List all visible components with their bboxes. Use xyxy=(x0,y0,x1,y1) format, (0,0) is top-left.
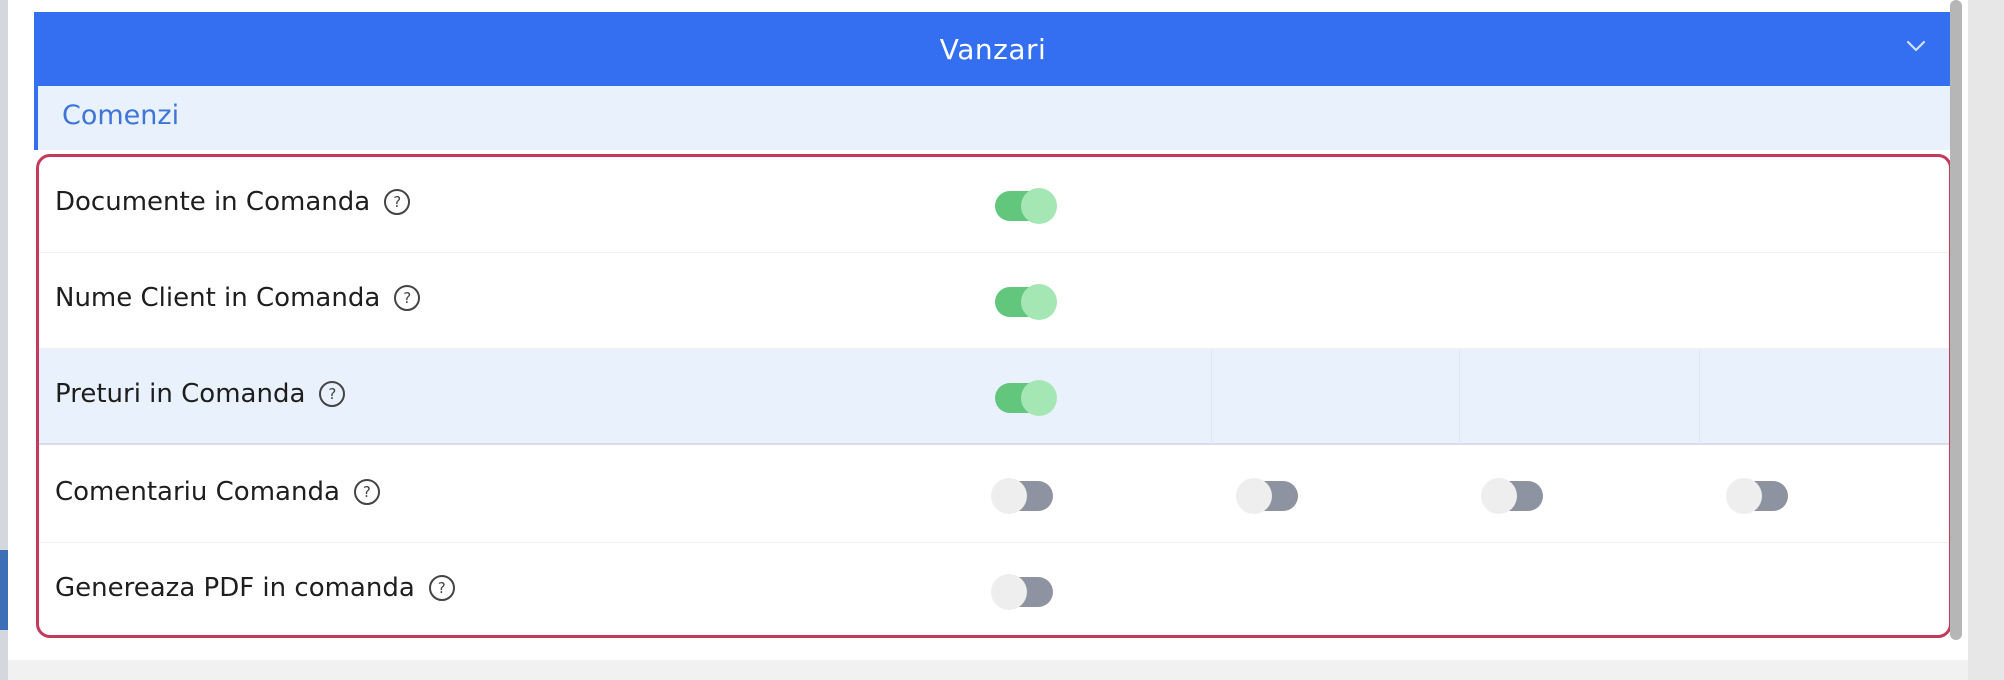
panel-bottom-edge xyxy=(8,660,1968,680)
toggle-knob xyxy=(991,478,1027,514)
toggle-knob xyxy=(1021,380,1057,416)
column-divider xyxy=(1699,349,1700,445)
left-edge-strip xyxy=(0,0,8,680)
setting-label: Nume Client in Comanda ? xyxy=(55,283,421,313)
help-icon[interactable]: ? xyxy=(394,285,421,311)
setting-row-nume-client: Nume Client in Comanda ? xyxy=(39,253,1949,349)
help-icon[interactable]: ? xyxy=(319,381,346,407)
toggle-switch[interactable] xyxy=(995,188,1057,224)
setting-label-text: Documente in Comanda xyxy=(55,187,371,217)
section-header: Comenzi xyxy=(34,86,1952,150)
toggle-knob xyxy=(1481,478,1517,514)
setting-row-comentariu: Comentariu Comanda ? xyxy=(39,447,1949,543)
toggle-switch[interactable] xyxy=(1481,478,1543,514)
toggle-switch[interactable] xyxy=(1726,478,1788,514)
column-divider xyxy=(1459,349,1460,445)
toggle-switch[interactable] xyxy=(1236,478,1298,514)
toggle-knob xyxy=(1021,188,1057,224)
toggle-knob xyxy=(1726,478,1762,514)
setting-row-preturi: Preturi in Comanda ? xyxy=(39,349,1949,445)
toggle-knob xyxy=(991,574,1027,610)
section-title: Comenzi xyxy=(62,100,180,131)
setting-row-genereaza-pdf: Genereaza PDF in comanda ? xyxy=(39,543,1949,635)
setting-label-text: Comentariu Comanda xyxy=(55,477,340,507)
setting-label-text: Nume Client in Comanda xyxy=(55,283,381,313)
setting-row-documente: Documente in Comanda ? xyxy=(39,157,1949,253)
toggle-switch[interactable] xyxy=(991,478,1053,514)
setting-label: Preturi in Comanda ? xyxy=(55,379,346,409)
help-icon[interactable]: ? xyxy=(353,479,380,505)
column-divider xyxy=(1211,349,1212,445)
toggle-switch[interactable] xyxy=(995,380,1057,416)
setting-label: Comentariu Comanda ? xyxy=(55,477,380,507)
vertical-scrollbar[interactable] xyxy=(1950,0,1962,640)
help-icon[interactable]: ? xyxy=(384,189,411,215)
panel-header[interactable]: Vanzari xyxy=(34,12,1952,86)
help-icon[interactable]: ? xyxy=(428,575,455,601)
highlighted-settings-group: Documente in Comanda ? Nume Client in Co… xyxy=(36,154,1952,638)
setting-label-text: Preturi in Comanda xyxy=(55,379,306,409)
toggle-switch[interactable] xyxy=(995,284,1057,320)
toggle-knob xyxy=(1021,284,1057,320)
panel-title: Vanzari xyxy=(939,32,1047,66)
setting-label-text: Genereaza PDF in comanda xyxy=(55,573,415,603)
setting-label: Genereaza PDF in comanda ? xyxy=(55,573,455,603)
toggle-switch[interactable] xyxy=(991,574,1053,610)
toggle-knob xyxy=(1236,478,1272,514)
setting-label: Documente in Comanda ? xyxy=(55,187,411,217)
chevron-down-icon[interactable] xyxy=(1904,34,1928,58)
